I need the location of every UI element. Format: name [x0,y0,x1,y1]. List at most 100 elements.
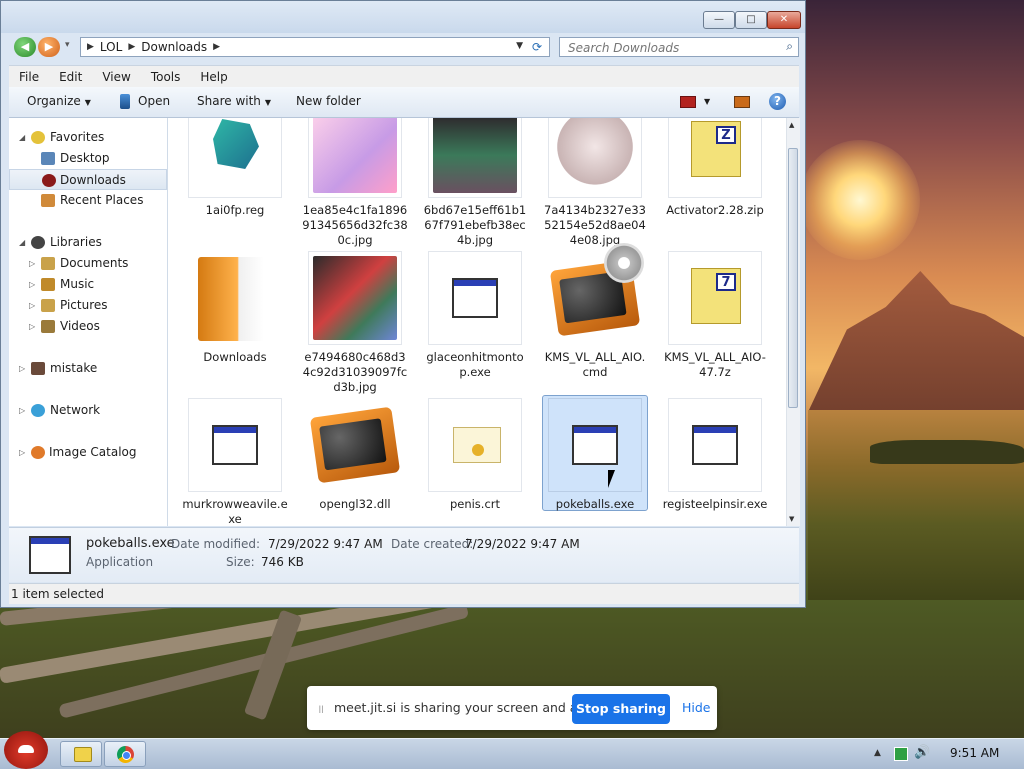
taskbar-explorer-button[interactable] [60,741,102,767]
start-button[interactable] [4,731,48,769]
file-name: glaceonhitmontop.exe [426,350,524,379]
scrollbar-thumb[interactable] [788,148,798,408]
expand-icon[interactable]: ▷ [29,253,35,274]
file-thumbnail [548,118,642,198]
file-item[interactable]: Z Activator2.28.zip [662,118,768,218]
title-bar[interactable]: — □ ✕ [1,1,805,33]
change-view-icon[interactable] [680,96,696,108]
help-icon[interactable]: ? [769,93,786,110]
status-bar: 1 item selected [9,583,799,604]
nav-item-recent-places[interactable]: Recent Places [9,190,167,211]
search-icon[interactable]: ⌕ [786,39,793,54]
file-name: Activator2.28.zip [666,203,764,217]
breadcrumb-separator-icon[interactable]: ▶ [213,42,220,52]
nav-libraries[interactable]: ◢ Libraries [9,232,167,253]
file-item[interactable]: glaceonhitmontop.exe [422,251,528,380]
nav-item-music[interactable]: ▷ Music [9,274,167,295]
nav-item-network[interactable]: ▷ Network [9,400,167,421]
command-bar: Organize ▼ Open Share with ▼ New folder ▼ … [9,87,799,118]
file-item[interactable]: 7 KMS_VL_ALL_AIO-47.7z [662,251,768,380]
file-item-selected[interactable]: pokeballs.exe [542,398,648,512]
organize-button[interactable]: Organize ▼ [27,94,91,108]
nav-item-pictures[interactable]: ▷ Pictures [9,295,167,316]
expand-icon[interactable]: ▷ [29,274,35,295]
expand-icon[interactable]: ▷ [19,442,25,463]
expand-icon[interactable]: ▷ [29,295,35,316]
file-item[interactable]: 6bd67e15eff61b167f791ebefb38ec4b.jpg [422,118,528,248]
nav-label: Recent Places [60,193,144,207]
back-button[interactable]: ◀ [14,37,36,57]
file-thumbnail [428,251,522,345]
share-message: meet.jit.si is sharing your screen and a… [334,700,609,715]
menu-edit[interactable]: Edit [49,66,92,88]
open-button[interactable]: Open [138,94,170,108]
nav-item-image-catalog[interactable]: ▷ Image Catalog [9,442,167,463]
minimize-button[interactable]: — [703,11,735,29]
address-dropdown-icon[interactable]: ▼ [516,41,523,51]
menu-view[interactable]: View [92,66,140,88]
file-thumbnail [188,251,282,345]
show-hidden-icons-icon[interactable]: ▲ [874,748,881,758]
scroll-down-icon[interactable]: ▼ [789,515,794,523]
breadcrumb-segment[interactable]: Downloads [141,40,207,54]
open-icon[interactable] [120,94,130,109]
file-item[interactable]: murkrowweavile.exe [182,398,288,526]
clock[interactable]: 9:51 AM [950,746,999,760]
collapse-icon[interactable]: ◢ [19,127,25,148]
address-bar[interactable]: ▶ LOL ▶ Downloads ▶ ▼ ⟳ [80,37,550,57]
file-item[interactable]: KMS_VL_ALL_AIO.cmd [542,243,648,380]
file-item[interactable]: e7494680c468d34c92d31039097fcd3b.jpg [302,251,408,395]
taskbar-chrome-button[interactable] [104,741,146,767]
explorer-window: — □ ✕ ◀ ▶ ▾ ▶ LOL ▶ Downloads ▶ ▼ ⟳ ⌕ Fi… [0,0,806,608]
view-options-dropdown[interactable]: ▼ [704,97,710,106]
scroll-up-icon[interactable]: ▲ [789,121,794,129]
mouse-cursor-icon [608,470,615,488]
nav-item-downloads[interactable]: Downloads [9,169,167,190]
drag-handle-icon[interactable]: ॥ [317,700,324,717]
file-item[interactable]: 1ea85e4c1fa189691345656d32fc380c.jpg [302,118,408,248]
file-item[interactable]: penis.crt [422,398,528,512]
vertical-scrollbar[interactable]: ▲ ▼ [786,118,800,526]
maximize-button[interactable]: □ [735,11,767,29]
network-status-icon[interactable] [894,747,908,761]
file-item[interactable]: Downloads [182,251,288,365]
address-root-icon[interactable]: ▶ [87,42,94,52]
collapse-icon[interactable]: ◢ [19,232,25,253]
volume-icon[interactable]: 🔊 [914,745,930,760]
file-item[interactable]: 1ai0fp.reg [182,118,288,218]
menu-help[interactable]: Help [190,66,237,88]
nav-item-documents[interactable]: ▷ Documents [9,253,167,274]
menu-tools[interactable]: Tools [141,66,191,88]
file-item[interactable]: 7a4134b2327e3352154e52d8ae044e08.jpg [542,118,648,248]
search-box[interactable]: ⌕ [559,37,799,57]
share-with-button[interactable]: Share with ▼ [197,94,271,108]
nav-favorites[interactable]: ◢ Favorites [9,127,167,148]
details-pane: pokeballs.exe Application Date modified:… [9,527,799,582]
recent-pages-dropdown[interactable]: ▾ [65,40,70,50]
refresh-icon[interactable]: ⟳ [528,39,546,55]
hide-button[interactable]: Hide [682,700,711,715]
breadcrumb-separator-icon[interactable]: ▶ [128,42,135,52]
file-name: pokeballs.exe [555,497,635,511]
expand-icon[interactable]: ▷ [29,316,35,337]
menu-file[interactable]: File [9,66,49,88]
search-input[interactable] [566,39,770,57]
nav-item-desktop[interactable]: Desktop [9,148,167,169]
close-button[interactable]: ✕ [767,11,801,29]
breadcrumb-segment[interactable]: LOL [100,40,122,54]
file-name: 7a4134b2327e3352154e52d8ae044e08.jpg [544,203,646,247]
stop-sharing-button[interactable]: Stop sharing [572,694,670,724]
file-item[interactable]: opengl32.dll [302,398,408,512]
preview-pane-icon[interactable] [734,96,750,108]
file-item[interactable]: registeelpinsir.exe [662,398,768,512]
nav-item-videos[interactable]: ▷ Videos [9,316,167,337]
forward-button[interactable]: ▶ [38,37,60,57]
archive-tag: Z [716,126,736,144]
application-icon [692,425,738,465]
new-folder-button[interactable]: New folder [296,94,361,108]
expand-icon[interactable]: ▷ [19,358,25,379]
nav-item-mistake[interactable]: ▷ mistake [9,358,167,379]
nav-label: Network [50,403,101,417]
expand-icon[interactable]: ▷ [19,400,25,421]
videos-icon [41,320,55,333]
